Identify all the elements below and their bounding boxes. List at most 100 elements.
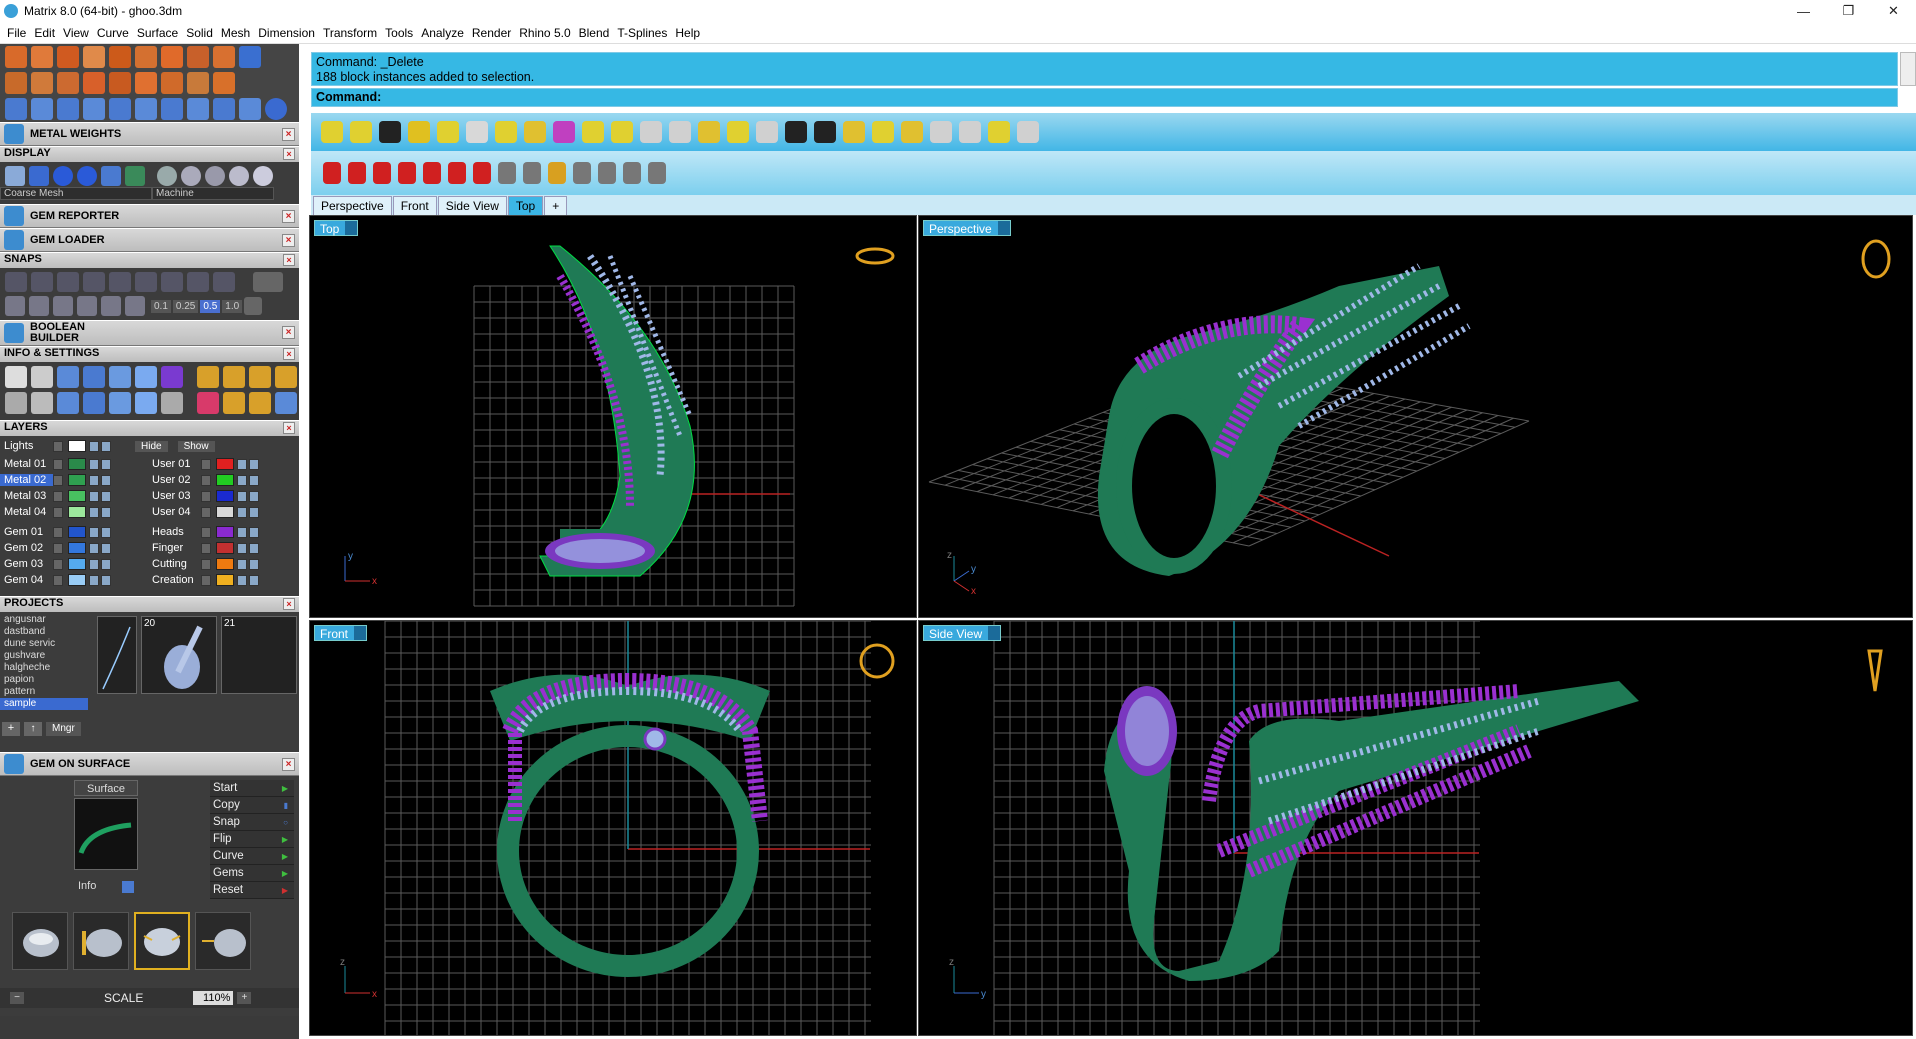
layer-row[interactable]: User 03: [148, 488, 298, 504]
earring-tool-icon[interactable]: [109, 72, 131, 94]
points-grid-icon[interactable]: [639, 121, 662, 143]
layer-visible-icon[interactable]: [249, 458, 259, 470]
layer-lock-icon[interactable]: [89, 542, 99, 554]
layer-expand-icon[interactable]: [201, 474, 211, 486]
layer-expand-icon[interactable]: [201, 558, 211, 570]
menu-tsplines[interactable]: T-Splines: [617, 26, 667, 40]
layer-expand-icon[interactable]: [53, 558, 63, 570]
layer-visible-icon[interactable]: [101, 506, 111, 518]
window-icon[interactable]: [31, 392, 53, 414]
layer-visible-icon[interactable]: [249, 506, 259, 518]
close-panel-icon[interactable]: ×: [282, 234, 295, 247]
surface-preview[interactable]: [74, 798, 138, 870]
layer-lock-icon[interactable]: [237, 526, 247, 538]
technical-icon[interactable]: [125, 166, 145, 186]
snap-value-0.5[interactable]: 0.5: [200, 299, 221, 313]
layer-row[interactable]: Metal 04: [0, 504, 148, 520]
gem-tool-icon[interactable]: [5, 46, 27, 68]
builder-tool-icon[interactable]: [5, 72, 27, 94]
loft-icon[interactable]: [697, 121, 720, 143]
circle-tool-icon[interactable]: [265, 98, 287, 120]
scale-minus-button[interactable]: −: [10, 992, 24, 1004]
layer-visible-icon[interactable]: [101, 490, 111, 502]
box-tool-icon[interactable]: [213, 72, 235, 94]
layer-lock-icon[interactable]: [237, 458, 247, 470]
layer-row[interactable]: Gem 02: [0, 540, 148, 556]
properties-icon[interactable]: [161, 392, 183, 414]
grid-view-icon[interactable]: [5, 392, 27, 414]
viewport-perspective[interactable]: z y x Perspective: [918, 215, 1913, 618]
project-thumb-19[interactable]: [97, 616, 137, 694]
gos-copy-button[interactable]: Copy ▮: [210, 797, 294, 814]
gem-on-surface-header[interactable]: GEM ON SURFACE ×: [0, 752, 299, 776]
metal-weights-header[interactable]: METAL WEIGHTS ×: [0, 122, 299, 146]
shield-icon[interactable]: [581, 121, 604, 143]
layer-color-swatch[interactable]: [216, 574, 234, 586]
settings-icon[interactable]: [5, 366, 27, 388]
layer-lock-icon[interactable]: [237, 558, 247, 570]
snap-int-icon[interactable]: [135, 272, 157, 292]
viewport-label-top[interactable]: Top: [314, 220, 359, 236]
render-settings-icon[interactable]: [275, 392, 297, 414]
snap-center-icon[interactable]: [109, 272, 131, 292]
shaded-icon[interactable]: [29, 166, 49, 186]
snap-value-1.0[interactable]: 1.0: [222, 299, 243, 313]
gem-loader-header[interactable]: GEM LOADER ×: [0, 228, 299, 252]
layer-lock-icon[interactable]: [237, 542, 247, 554]
layer-row[interactable]: Heads: [148, 524, 298, 540]
osnap-icon[interactable]: [77, 296, 97, 316]
project-item[interactable]: dune servic: [0, 638, 88, 650]
layer-expand-icon[interactable]: [201, 542, 211, 554]
metal-sphere-3-icon[interactable]: [205, 166, 225, 186]
gear-icon[interactable]: [958, 121, 981, 143]
layer-expand-icon[interactable]: [53, 474, 63, 486]
tab-top[interactable]: Top: [507, 196, 544, 215]
layer-color-swatch[interactable]: [216, 526, 234, 538]
menu-solid[interactable]: Solid: [186, 26, 213, 40]
layer-expand-icon[interactable]: [53, 542, 63, 554]
gem-reporter-header[interactable]: GEM REPORTER ×: [0, 204, 299, 228]
minimize-button[interactable]: —: [1781, 0, 1826, 22]
layer-show-button[interactable]: Show: [177, 440, 215, 452]
close-panel-icon[interactable]: ×: [282, 758, 295, 771]
metal-sphere-4-icon[interactable]: [229, 166, 249, 186]
layer-expand-icon[interactable]: [201, 506, 211, 518]
snap-mid-icon[interactable]: [83, 272, 105, 292]
gem-array-icon[interactable]: [73, 912, 129, 970]
plane-icon[interactable]: [871, 121, 894, 143]
layer-expand-icon[interactable]: [53, 458, 63, 470]
solid-box-icon[interactable]: [407, 121, 430, 143]
layer-lights-swatch[interactable]: [68, 440, 86, 452]
bail-tool-icon[interactable]: [57, 72, 79, 94]
layers-stack-icon[interactable]: [57, 366, 79, 388]
viewport-front[interactable]: z x Front: [309, 620, 917, 1036]
render-icon[interactable]: [53, 166, 73, 186]
gos-flip-button[interactable]: Flip ▶: [210, 831, 294, 848]
twist-icon[interactable]: [987, 121, 1010, 143]
boolean-icon[interactable]: [755, 121, 778, 143]
pendant-tool-icon[interactable]: [135, 72, 157, 94]
rotate-tool-icon[interactable]: [5, 98, 27, 120]
gos-reset-button[interactable]: Reset ▶: [210, 882, 294, 899]
snap-quad-icon[interactable]: [213, 272, 235, 292]
layer-lock-icon[interactable]: [89, 526, 99, 538]
layer-color-swatch[interactable]: [68, 458, 86, 470]
cutter-tool-icon[interactable]: [135, 46, 157, 68]
layer-visible-icon[interactable]: [101, 542, 111, 554]
weight-info-icon[interactable]: [249, 366, 271, 388]
metal-sphere-5-icon[interactable]: [253, 166, 273, 186]
layer-lock-icon[interactable]: [89, 458, 99, 470]
band-tool-icon[interactable]: [213, 46, 235, 68]
3d-box-icon[interactable]: [57, 392, 79, 414]
close-panel-icon[interactable]: ×: [282, 210, 295, 223]
layer-color-swatch[interactable]: [68, 574, 86, 586]
layer-row[interactable]: Metal 02: [0, 472, 148, 488]
project-thumb-20[interactable]: 20: [141, 616, 217, 694]
target-icon[interactable]: [572, 162, 591, 184]
menu-surface[interactable]: Surface: [137, 26, 178, 40]
layer-visible-icon[interactable]: [101, 574, 111, 586]
wireframe-icon[interactable]: [5, 166, 25, 186]
add-tab-button[interactable]: +: [544, 196, 568, 215]
close-button[interactable]: ✕: [1871, 0, 1916, 22]
link-1-icon[interactable]: [372, 162, 391, 184]
